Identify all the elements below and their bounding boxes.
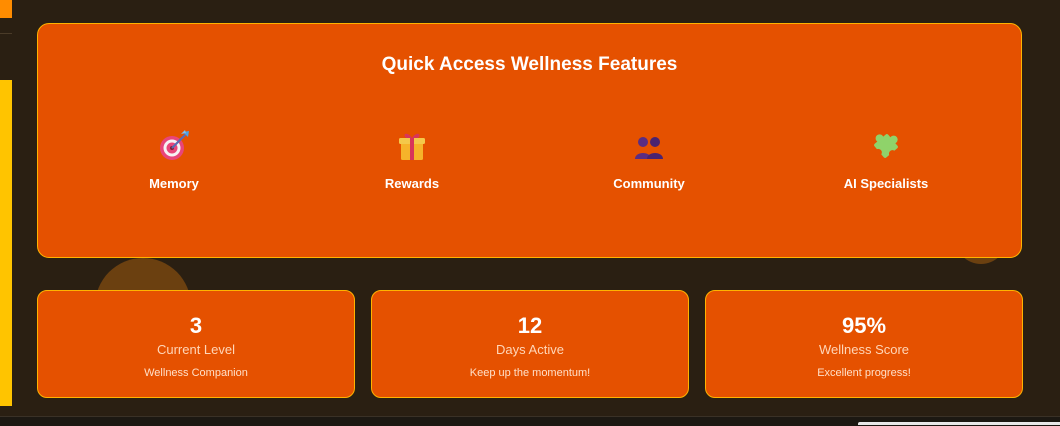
feature-memory-button[interactable]: Memory [74,128,274,191]
feature-ai-specialists-label: AI Specialists [843,176,929,191]
feature-rewards-label: Rewards [384,176,440,191]
sidebar-rail [0,80,12,406]
stat-subtext: Wellness Companion [144,367,248,379]
target-icon [156,128,192,164]
stat-card-current-level: 3 Current Level Wellness Companion [37,290,355,398]
stat-label: Wellness Score [818,342,910,357]
stat-value: 95% [841,313,887,338]
people-icon [631,128,667,164]
quick-access-features-card: Quick Access Wellness Features Memory Re… [37,23,1022,258]
feature-ai-specialists-button[interactable]: AI Specialists [786,128,986,191]
gift-icon [394,128,430,164]
feature-rewards-button[interactable]: Rewards [312,128,512,191]
feature-community-label: Community [613,176,685,191]
stat-label: Current Level [156,342,236,357]
sidebar-divider [0,33,12,34]
puzzle-icon [868,128,904,164]
sidebar-top-accent [0,0,12,18]
feature-community-button[interactable]: Community [549,128,749,191]
stat-subtext: Keep up the momentum! [469,367,591,379]
stat-label: Days Active [496,342,564,357]
stat-subtext: Excellent progress! [817,367,911,379]
stat-card-days-active: 12 Days Active Keep up the momentum! [371,290,689,398]
stat-card-wellness-score: 95% Wellness Score Excellent progress! [705,290,1023,398]
features-title: Quick Access Wellness Features [381,54,678,75]
stat-value: 3 [189,313,203,338]
stat-value: 12 [517,313,543,338]
feature-memory-label: Memory [149,176,199,191]
